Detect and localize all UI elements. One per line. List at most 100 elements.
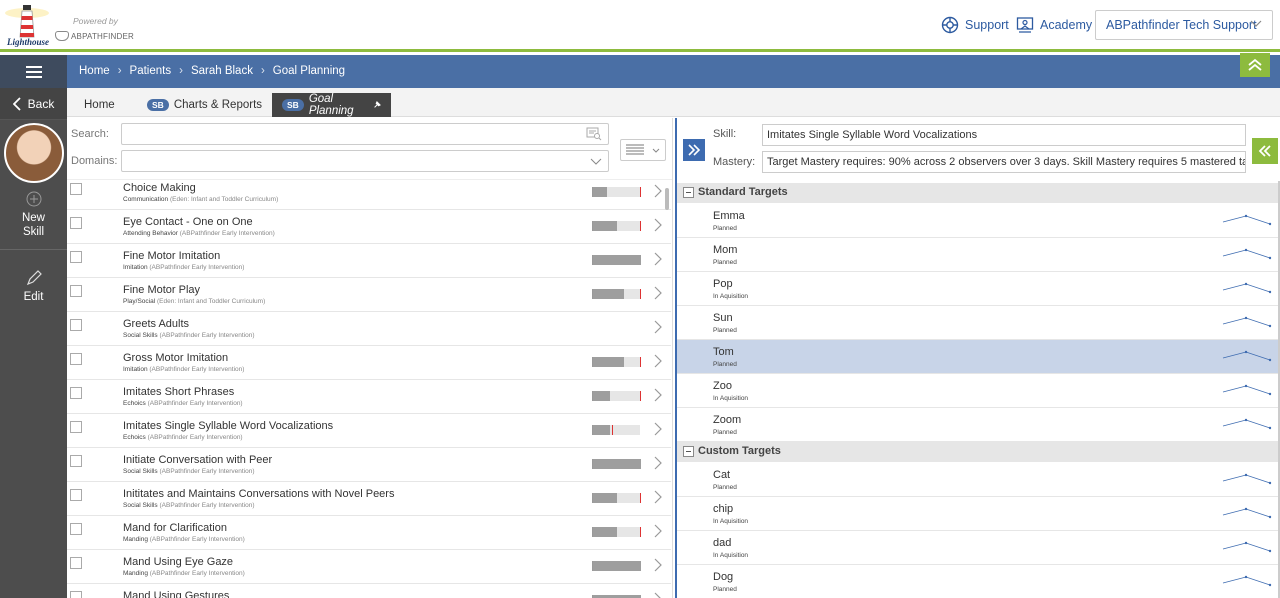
tab-charts-reports[interactable]: SB Charts & Reports [137,93,272,117]
skill-checkbox[interactable] [70,557,82,569]
collapse-detail-button[interactable] [1252,138,1278,164]
standard-targets-header[interactable]: Standard Targets [677,183,1278,203]
chevron-right-icon[interactable] [654,252,662,266]
skill-row[interactable]: Mand Using Gestures [67,584,671,598]
skill-row[interactable]: Imitates Single Syllable Word Vocalizati… [67,414,671,448]
skill-checkbox[interactable] [70,489,82,501]
target-row[interactable]: chip In Aquisition [677,497,1278,531]
chevron-right-icon[interactable] [654,184,662,198]
skill-checkbox[interactable] [70,387,82,399]
skills-scrollbar[interactable] [665,188,669,210]
back-button[interactable]: Back [0,88,67,120]
skill-checkbox[interactable] [70,353,82,365]
skill-checkbox[interactable] [70,455,82,467]
chevron-right-icon[interactable] [654,218,662,232]
skill-row[interactable]: Imitates Short Phrases Echoics (ABPathfin… [67,380,671,414]
menu-button[interactable] [0,55,67,88]
skill-row[interactable]: Greets Adults Social Skills (ABPathfinder… [67,312,671,346]
breadcrumb-patient[interactable]: Sarah Black [191,65,253,77]
target-name: Emma [713,210,745,222]
academy-link[interactable]: Academy [1016,16,1092,34]
chevron-right-icon[interactable] [654,592,662,598]
target-row[interactable]: Sun Planned [677,306,1278,340]
breadcrumb-current: Goal Planning [272,65,346,77]
skill-progress-bar [592,357,641,367]
target-sparkline [1222,541,1272,553]
skill-domain-name: Social Skills [123,468,158,475]
progress-marker [640,527,641,537]
skill-name: Imitates Single Syllable Word Vocalizati… [123,420,334,432]
tab-goal-planning[interactable]: SB Goal Planning [272,93,391,117]
target-row[interactable]: Emma Planned [677,204,1278,238]
chevron-right-icon[interactable] [654,422,662,436]
chevron-right-icon[interactable] [654,456,662,470]
progress-fill [593,527,617,537]
progress-fill [593,493,617,503]
skill-domain: Imitation (ABPathfinder Early Interventi… [123,264,244,271]
target-row[interactable]: Tom Planned [677,340,1278,374]
skill-checkbox[interactable] [70,421,82,433]
target-row[interactable]: Cat Planned [677,463,1278,497]
skill-domain-name: Manding [123,570,148,577]
skill-name-field[interactable]: Imitates Single Syllable Word Vocalizati… [762,124,1246,146]
skill-checkbox[interactable] [70,523,82,535]
skill-row[interactable]: Mand for Clarification Manding (ABPathfin… [67,516,671,550]
new-skill-button[interactable]: New Skill [0,191,67,239]
target-row[interactable]: Zoo In Aquisition [677,374,1278,408]
hamburger-icon [25,63,42,81]
mastery-criteria-field[interactable]: Target Mastery requires: 90% across 2 ob… [762,151,1246,173]
edit-button[interactable]: Edit [0,270,67,304]
target-status: Planned [713,327,737,334]
skill-row[interactable]: Fine Motor Imitation Imitation (ABPathfin… [67,244,671,278]
user-name: ABPathfinder Tech Support [1106,18,1257,32]
target-row[interactable]: Zoom Planned [677,408,1278,442]
view-options-button[interactable] [620,139,666,161]
chevron-right-icon[interactable] [654,524,662,538]
skill-row[interactable]: Initiate Conversation with Peer Social Sk… [67,448,671,482]
target-row[interactable]: Pop In Aquisition [677,272,1278,306]
breadcrumb-patients[interactable]: Patients [130,65,172,77]
target-sparkline [1222,384,1272,396]
skill-row[interactable]: Choice Making Communication (Eden: Infant… [67,176,671,210]
breadcrumb-home[interactable]: Home [79,65,110,77]
skill-row[interactable]: Inititates and Maintains Conversations w… [67,482,671,516]
skill-checkbox[interactable] [70,591,82,598]
support-link[interactable]: Support [941,16,1009,34]
chevron-right-icon[interactable] [654,558,662,572]
pin-icon[interactable] [373,100,381,110]
skill-curriculum: (ABPathfinder Early Intervention) [149,570,245,577]
abpathfinder-logo-icon [55,31,69,41]
chevron-right-icon[interactable] [654,388,662,402]
skill-progress-bar [592,493,641,503]
collapse-minus-icon[interactable] [683,187,694,198]
user-dropdown[interactable]: ABPathfinder Tech Support [1095,10,1273,40]
chevron-right-icon[interactable] [654,354,662,368]
chevron-right-icon[interactable] [654,490,662,504]
chevron-right-icon[interactable] [654,320,662,334]
new-skill-label-1: New [21,212,45,224]
collapse-header-button[interactable] [1240,53,1270,77]
skill-checkbox[interactable] [70,217,82,229]
skill-checkbox[interactable] [70,319,82,331]
skill-checkbox[interactable] [70,285,82,297]
skill-row[interactable]: Mand Using Eye Gaze Manding (ABPathfinder… [67,550,671,584]
skill-row[interactable]: Fine Motor Play Play/Social (Eden: Infant… [67,278,671,312]
tab-home[interactable]: Home [74,93,125,117]
search-input[interactable] [121,123,609,145]
expand-detail-button[interactable] [683,139,705,161]
lighthouse-logo[interactable]: Lighthouse [3,3,51,49]
patient-avatar[interactable] [3,123,64,183]
skill-progress-bar [592,459,641,469]
skill-row[interactable]: Eye Contact - One on One Attending Behavi… [67,210,671,244]
target-status: Planned [713,259,737,266]
collapse-minus-icon[interactable] [683,446,694,457]
skill-checkbox[interactable] [70,251,82,263]
skill-row[interactable]: Gross Motor Imitation Imitation (ABPathfi… [67,346,671,380]
skill-checkbox[interactable] [70,183,82,195]
target-row[interactable]: Dog Planned [677,565,1278,598]
chevron-right-icon[interactable] [654,286,662,300]
target-row[interactable]: dad In Aquisition [677,531,1278,565]
custom-targets-header[interactable]: Custom Targets [677,442,1278,462]
target-row[interactable]: Mom Planned [677,238,1278,272]
domains-select[interactable] [121,150,609,172]
